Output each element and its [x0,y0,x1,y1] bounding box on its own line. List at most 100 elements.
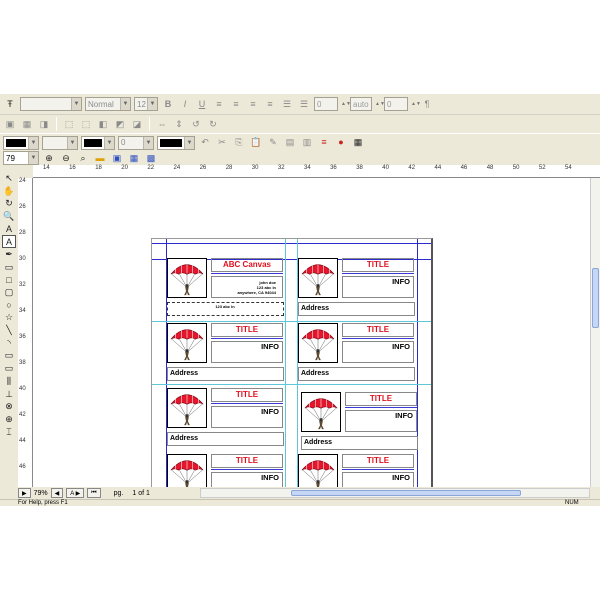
label-card[interactable]: TITLE INFO [297,451,417,487]
callout-tool-icon[interactable]: ▭ [2,350,16,363]
shadow-color-select[interactable]: ▼ [157,135,195,150]
pen-tool-icon[interactable]: ✒ [2,248,16,261]
card-address[interactable]: Address [301,436,418,450]
parachute-picture[interactable] [301,392,341,432]
align-center-icon[interactable]: ≡ [229,97,243,111]
bracket-tool-icon[interactable]: ⌶ [2,426,16,439]
card-title[interactable]: TITLE [342,323,414,337]
card-info[interactable]: INFO [342,341,414,363]
line-style-select[interactable]: ▼ [42,135,78,150]
card-address[interactable]: Address [167,367,284,381]
card-address[interactable]: Address [167,432,284,446]
undo-icon[interactable]: ↶ [198,136,212,150]
align-objects-icon[interactable]: ⬚ [79,117,93,131]
bold-icon[interactable]: B [161,97,175,111]
rectangle-tool-icon[interactable]: □ [2,274,16,287]
stamp-tool-icon[interactable]: ⊥ [2,388,16,401]
parachute-picture[interactable] [298,258,338,298]
rotate-right-icon[interactable]: ↻ [206,117,220,131]
parachute-picture[interactable] [167,323,207,363]
rounded-rect-tool-icon[interactable]: ▢ [2,286,16,299]
label-card[interactable]: ABC Canvas john doe 123 abc ln anywhere,… [166,255,286,317]
zoom-in-icon[interactable]: ⊕ [42,151,56,165]
callout2-tool-icon[interactable]: ▭ [2,362,16,375]
underline-icon[interactable]: U [195,97,209,111]
parachute-picture[interactable] [167,454,207,487]
label-card[interactable]: TITLE INFO Address [166,320,286,382]
fill-color-select[interactable]: ▼ [81,135,115,150]
italic-icon[interactable]: I [178,97,192,111]
paragraph-icon[interactable]: ¶ [420,97,434,111]
link-tool-icon[interactable]: ⊗ [2,400,16,413]
first-page-icon[interactable]: ◀ [50,488,64,498]
card-info[interactable]: INFO [211,341,283,363]
card-info[interactable]: INFO [342,472,414,487]
label-card[interactable]: TITLE INFO Address [297,320,417,382]
bullet-list-icon[interactable]: ☰ [280,97,294,111]
page-view-icon[interactable]: ▣ [110,151,124,165]
zoom-window-icon[interactable]: ⌕ [76,151,90,165]
rotate-left-icon[interactable]: ↺ [189,117,203,131]
copy-icon[interactable]: ⎘ [232,136,246,150]
parachute-picture[interactable] [298,454,338,487]
design-canvas[interactable]: ABC Canvas john doe 123 abc ln anywhere,… [33,178,590,487]
zoom-tool-icon[interactable]: 🔍 [2,210,16,223]
card-address[interactable]: Address [298,302,415,316]
card-address-selected[interactable]: 123 abc ln [167,302,284,316]
grid-icon[interactable]: ▦ [127,151,141,165]
parachute-picture[interactable] [167,258,207,298]
label-card[interactable]: TITLE INFO Address [297,255,417,317]
save-icon[interactable]: ▦ [351,136,365,150]
card-info[interactable]: INFO [345,410,417,432]
line-spacing-field[interactable]: auto [350,97,372,111]
scroll-thumb[interactable] [592,268,599,328]
align-right-icon[interactable]: ≡ [246,97,260,111]
select-all-icon[interactable]: ⬚ [62,117,76,131]
card-info[interactable]: john doe 123 abc ln anywhere, CA 94044 [211,276,283,298]
ellipse-tool-icon[interactable]: ○ [2,299,16,312]
pen-icon[interactable]: ✎ [266,136,280,150]
zoom-out-icon[interactable]: ⊖ [59,151,73,165]
ungroup-icon[interactable]: ▦ [20,117,34,131]
zoom-select[interactable]: 79 ▼ [3,151,39,165]
card-title[interactable]: TITLE [211,454,283,468]
label-page[interactable]: ABC Canvas john doe 123 abc ln anywhere,… [151,238,433,487]
card-title[interactable]: TITLE [342,454,414,468]
rotate-tool-icon[interactable]: ↻ [2,197,16,210]
properties-icon[interactable]: ▥ [300,136,314,150]
pan-tool-icon[interactable]: ✋ [2,185,16,198]
bring-front-icon[interactable]: ◪ [130,117,144,131]
indent-spinner[interactable]: ▲▼ [411,97,421,111]
font-style-select[interactable]: Normal ▼ [85,97,131,111]
card-address[interactable]: Address [298,367,415,381]
number-list-icon[interactable]: ☰ [297,97,311,111]
card-title[interactable]: ABC Canvas [211,258,283,272]
bring-forward-icon[interactable]: ◧ [96,117,110,131]
ruler-icon[interactable]: ▬ [93,151,107,165]
horizontal-scrollbar[interactable] [200,488,590,498]
cut-icon[interactable]: ✂ [215,136,229,150]
snap-icon[interactable]: ▩ [144,151,158,165]
card-title[interactable]: TITLE [211,388,283,402]
document-icon[interactable]: ▤ [283,136,297,150]
text-frame-tool-icon[interactable]: A [2,235,16,249]
zoom-arrow-icon[interactable]: ▶ [18,488,31,498]
prev-page-icon[interactable]: A ▶ [66,488,85,498]
font-size-select[interactable]: 12 ▼ [134,97,158,111]
vertical-scrollbar[interactable] [590,178,600,487]
line-spacing-spinner[interactable]: ▲▼ [375,97,385,111]
spacing-field[interactable]: 0 [314,97,338,111]
object-tool-icon[interactable]: ⊕ [2,413,16,426]
arc-tool-icon[interactable]: ◝ [2,337,16,350]
lock-icon[interactable]: ◨ [37,117,51,131]
line-width-select[interactable]: 0 ▼ [118,135,154,150]
paste-icon[interactable]: 📋 [249,136,263,150]
text-tool-icon[interactable]: A [2,223,16,236]
card-title[interactable]: TITLE [345,392,417,406]
spacing-spinner[interactable]: ▲▼ [341,97,351,111]
color-wheel-icon[interactable]: ● [334,136,348,150]
label-card[interactable]: TITLE INFO Address [300,389,420,451]
line-tool-icon[interactable]: ╲ [2,324,16,337]
flip-vertical-icon[interactable]: ⇕ [172,117,186,131]
group-icon[interactable]: ▣ [3,117,17,131]
